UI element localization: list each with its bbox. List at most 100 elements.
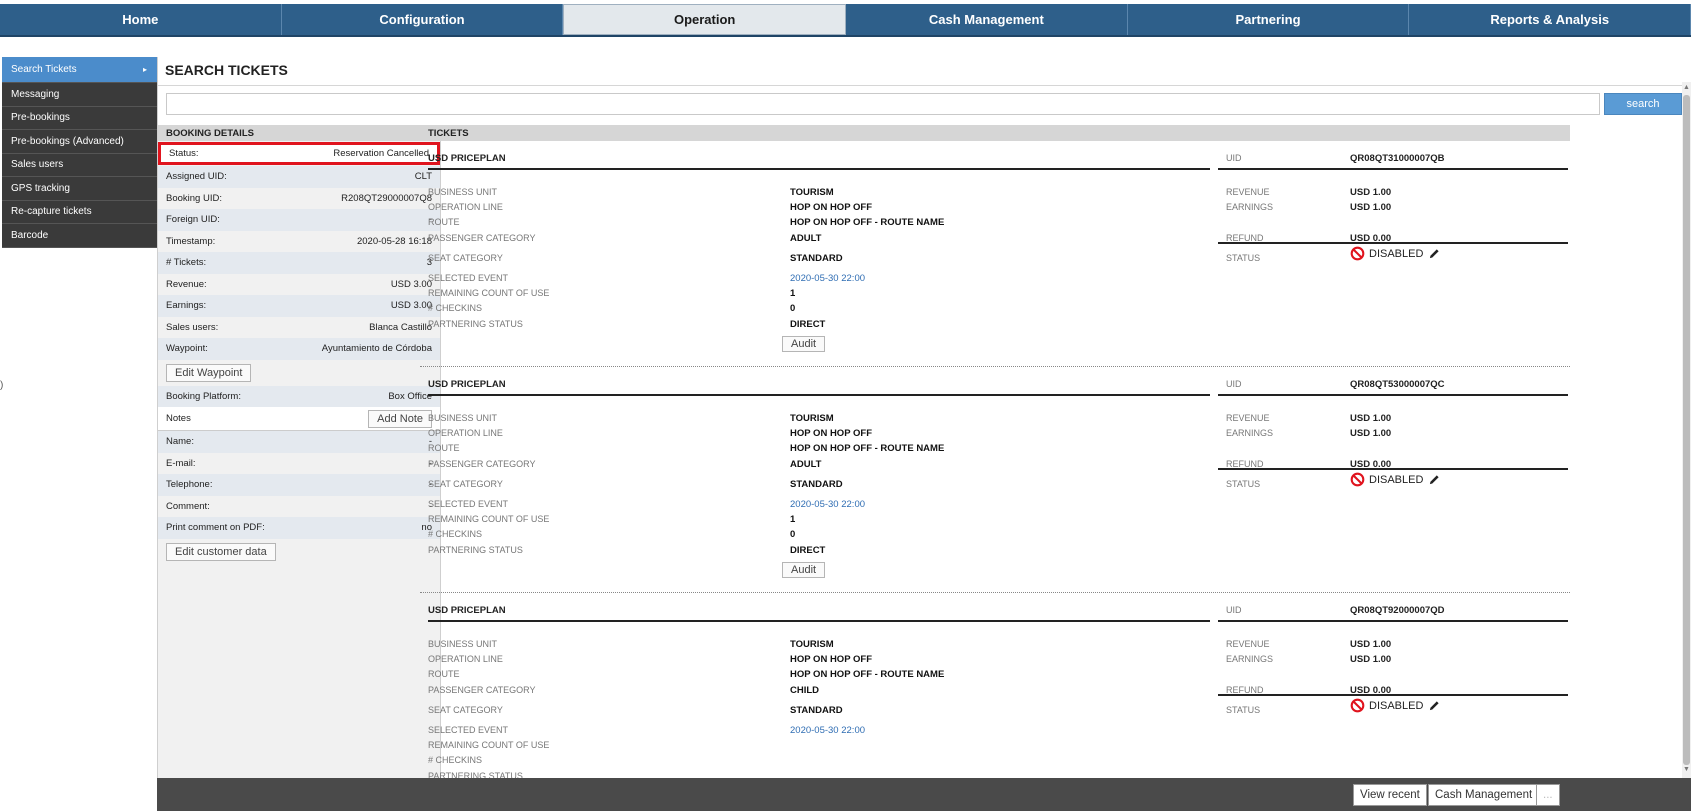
divider [1218, 242, 1568, 244]
audit-button[interactable]: Audit [782, 562, 826, 578]
scroll-up-arrow-icon[interactable]: ▲ [1683, 84, 1690, 91]
field-label-seat-category: SEAT CATEGORY [428, 479, 503, 489]
prohibited-icon [1350, 698, 1365, 713]
tab-partnering[interactable]: Partnering [1128, 4, 1410, 35]
notes-label: Notes [166, 413, 191, 424]
booking-row-waypoint: Waypoint: Ayuntamiento de Córdoba [158, 338, 440, 360]
ticket-card: USD PRICEPLAN UID QR08QT31000007QB BUSINESS… [420, 141, 1570, 367]
field-label-checkins: # CHECKINS [428, 529, 483, 539]
field-value-passenger-category: ADULT [790, 459, 822, 470]
field-value-earnings: USD 1.00 [1350, 654, 1392, 665]
divider [1218, 394, 1568, 396]
row-value: R208QT29000007Q8 [341, 192, 432, 204]
ticket-card: USD PRICEPLAN UID QR08QT53000007QC BUSINESS… [420, 367, 1570, 593]
ticket-priceplan: USD PRICEPLAN [428, 153, 506, 164]
field-label-remaining: REMAINING COUNT OF USE [428, 514, 550, 524]
field-value-selected-event[interactable]: 2020-05-30 22:00 [790, 273, 865, 284]
row-label: Booking UID: [166, 192, 222, 204]
ticket-uid: QR08QT31000007QB [1350, 153, 1445, 164]
divider [428, 620, 1210, 622]
sidebar-item-gps-tracking[interactable]: GPS tracking [2, 177, 157, 201]
scroll-down-arrow-icon[interactable]: ▼ [1683, 766, 1690, 773]
field-label-status: STATUS [1226, 253, 1261, 263]
sidebar-item-re-capture-tickets[interactable]: Re-capture tickets [2, 200, 157, 224]
field-label-checkins: # CHECKINS [428, 755, 483, 765]
pencil-icon[interactable] [1429, 700, 1440, 711]
edit-customer-row: Edit customer data [158, 539, 440, 565]
field-value-refund: USD 0.00 [1350, 459, 1392, 470]
booking-row-booking-uid: Booking UID: R208QT29000007Q8 [158, 188, 440, 210]
row-label: Earnings: [166, 300, 207, 312]
sidebar-item-label: Sales users [11, 159, 64, 171]
pencil-icon[interactable] [1429, 248, 1440, 259]
tab-reports-analysis[interactable]: Reports & Analysis [1409, 4, 1691, 35]
field-label-partnering-status: PARTNERING STATUS [428, 545, 523, 555]
sidebar-item-sales-users[interactable]: Sales users [2, 153, 157, 177]
bottom-toolbar: View recent Cash Management ... [157, 778, 1691, 811]
row-label: Sales users: [166, 321, 219, 333]
row-label: Booking Platform: [166, 390, 241, 402]
field-value-checkins: 0 [790, 529, 796, 540]
field-label-earnings: EARNINGS [1226, 202, 1274, 212]
field-value-business-unit: TOURISM [790, 639, 834, 650]
edit-waypoint-button[interactable]: Edit Waypoint [166, 363, 252, 382]
page-title: SEARCH TICKETS [165, 62, 288, 78]
field-label-route: ROUTE [428, 217, 460, 227]
scrollbar-thumb[interactable] [1683, 95, 1690, 765]
booking-row-timestamp: Timestamp: 2020-05-28 16:18 [158, 231, 440, 253]
view-recent-button[interactable]: View recent [1353, 784, 1427, 806]
row-label: Timestamp: [166, 235, 216, 247]
field-label-route: ROUTE [428, 669, 460, 679]
field-value-partnering-status: DIRECT [790, 545, 826, 556]
ticket-priceplan: USD PRICEPLAN [428, 605, 506, 616]
row-label: E-mail: [166, 457, 196, 469]
pencil-icon[interactable] [1429, 474, 1440, 485]
field-value-revenue: USD 1.00 [1350, 639, 1392, 650]
row-label: Waypoint: [166, 343, 208, 355]
audit-button[interactable]: Audit [782, 336, 826, 352]
search-input[interactable] [166, 93, 1600, 115]
sidebar-item-label: Re-capture tickets [11, 206, 92, 218]
tab-operation[interactable]: Operation [563, 4, 847, 35]
sidebar: Search Tickets ▸ Messaging Pre-bookings … [2, 57, 157, 248]
cash-management-button[interactable]: Cash Management [1428, 784, 1540, 806]
sidebar-item-pre-bookings[interactable]: Pre-bookings [2, 106, 157, 130]
field-label-status: STATUS [1226, 479, 1261, 489]
field-value-refund: USD 0.00 [1350, 233, 1392, 244]
booking-row-assigned-uid: Assigned UID: CLT [158, 166, 440, 188]
field-label-remaining: REMAINING COUNT OF USE [428, 288, 550, 298]
field-value-operation-line: HOP ON HOP OFF [790, 428, 872, 439]
more-button[interactable]: ... [1536, 784, 1560, 806]
search-button[interactable]: search [1604, 93, 1682, 115]
tab-cash-management[interactable]: Cash Management [846, 4, 1128, 35]
sidebar-item-barcode[interactable]: Barcode [2, 224, 157, 248]
sidebar-item-pre-bookings-advanced[interactable]: Pre-bookings (Advanced) [2, 130, 157, 154]
field-value-selected-event[interactable]: 2020-05-30 22:00 [790, 725, 865, 736]
booking-row-status: Status: Reservation Cancelled [158, 142, 440, 165]
main-content: SEARCH TICKETS search BOOKING DETAILS St… [157, 57, 1685, 778]
tab-configuration[interactable]: Configuration [282, 4, 564, 35]
tab-home[interactable]: Home [0, 4, 282, 35]
field-value-selected-event[interactable]: 2020-05-30 22:00 [790, 499, 865, 510]
field-label-checkins: # CHECKINS [428, 303, 483, 313]
field-label-selected-event: SELECTED EVENT [428, 725, 509, 735]
field-label-revenue: REVENUE [1226, 413, 1270, 423]
ticket-status: DISABLED [1350, 246, 1444, 261]
customer-row-email: E-mail: - [158, 453, 440, 475]
sidebar-item-search-tickets[interactable]: Search Tickets ▸ [2, 57, 157, 83]
field-value-passenger-category: CHILD [790, 685, 820, 696]
main-navigation: Home Configuration Operation Cash Manage… [0, 4, 1691, 37]
booking-row-platform: Booking Platform: Box Office [158, 385, 440, 407]
field-value-remaining: 1 [790, 514, 796, 525]
row-label: Comment: [166, 500, 210, 512]
ticket-priceplan: USD PRICEPLAN [428, 379, 506, 390]
sidebar-item-messaging[interactable]: Messaging [2, 83, 157, 107]
row-label: Status: [169, 148, 199, 159]
field-label-seat-category: SEAT CATEGORY [428, 253, 503, 263]
sidebar-item-label: GPS tracking [11, 182, 70, 194]
edit-customer-data-button[interactable]: Edit customer data [166, 542, 276, 561]
row-label: Name: [166, 436, 194, 448]
row-label: Foreign UID: [166, 214, 220, 226]
field-value-seat-category: STANDARD [790, 479, 843, 490]
ticket-status: DISABLED [1350, 698, 1444, 713]
